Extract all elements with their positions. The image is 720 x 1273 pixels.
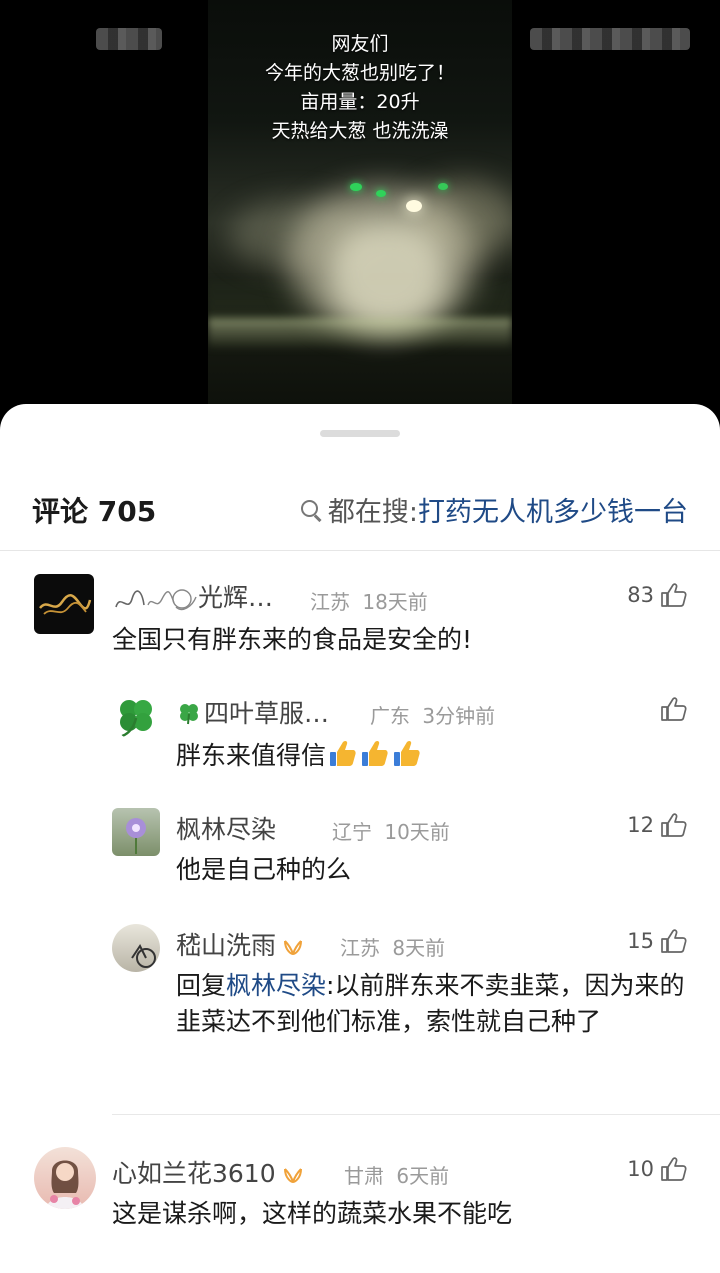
comment-text: 这是谋杀啊，这样的蔬菜水果不能吃 [112, 1199, 513, 1228]
comment-meta: 甘肃 6天前 [344, 1160, 449, 1189]
vip-badge-icon [284, 940, 303, 956]
vip-badge-icon [283, 1168, 302, 1184]
blurred-watermark-left [96, 28, 162, 50]
comment-count-title: 评论 705 [32, 495, 157, 528]
comment-meta: 江苏 8天前 [340, 932, 445, 961]
thumbs-up-emoji-icon [330, 740, 356, 766]
comment-separator [112, 1114, 720, 1115]
panel-header: 评论 705 都在搜: 打药无人机多少钱一台 [0, 484, 720, 532]
author-name: 嵇山洗雨 [176, 931, 277, 960]
like-button[interactable]: 10 [627, 1156, 688, 1182]
comment-time: 3分钟前 [422, 704, 496, 728]
comment-meta: 辽宁 10天前 [332, 816, 450, 845]
comment-text: 胖东来值得信 [176, 738, 676, 774]
reply-prefix: 回复 [176, 971, 227, 1000]
comment-author[interactable]: 光辉… [112, 578, 273, 615]
author-name: 光辉… [198, 583, 274, 612]
comment-meta: 江苏 18天前 [310, 586, 428, 615]
comment-author[interactable]: 枫林尽染 [176, 810, 276, 846]
thumbs-up-emoji-icon [394, 740, 420, 766]
comment-author[interactable]: 四叶草服… [176, 694, 329, 730]
comment-time: 6天前 [396, 1164, 450, 1188]
blurred-watermark-right [530, 28, 690, 50]
clover-emoji-icon [180, 704, 198, 725]
drone-light [350, 183, 362, 191]
spray-mist [328, 220, 448, 330]
caption-line: 网友们 [331, 33, 389, 55]
caption-line: 今年的大葱也别吃了！ [264, 62, 455, 84]
decorative-name-icon [115, 589, 197, 611]
thumbs-up-icon [661, 1157, 687, 1181]
comment-panel: 评论 705 都在搜: 打药无人机多少钱一台 光辉… 江苏 18天前 83 全国… [0, 404, 720, 1273]
thumbs-up-icon [661, 813, 687, 837]
trending-search[interactable]: 都在搜: 打药无人机多少钱一台 [300, 490, 688, 529]
bicycle-avatar[interactable] [112, 924, 160, 972]
like-button[interactable]: 15 [627, 928, 688, 954]
comment-author[interactable]: 心如兰花3610 [112, 1154, 304, 1190]
drone-light [438, 183, 448, 190]
comment-region: 广东 [370, 704, 410, 728]
comment-meta: 广东 3分钟前 [370, 700, 495, 729]
comment-author[interactable]: 嵇山洗雨 [176, 926, 304, 962]
search-icon [300, 499, 322, 521]
video-area[interactable]: 网友们 今年的大葱也别吃了！ 亩用量：20升 天热给大葱 也洗洗澡 [0, 0, 720, 430]
search-label: 都在搜: [327, 497, 418, 528]
thumbs-up-icon [661, 583, 687, 607]
comment-region: 甘肃 [344, 1164, 384, 1188]
author-name: 四叶草服… [204, 699, 330, 728]
comment-region: 江苏 [340, 936, 380, 960]
like-button[interactable] [654, 696, 688, 722]
clover-icon[interactable] [112, 692, 160, 740]
comment-text-body: 胖东来值得信 [176, 741, 327, 770]
like-count: 83 [627, 583, 654, 607]
like-button[interactable]: 12 [627, 812, 688, 838]
like-count: 15 [627, 929, 654, 953]
comment-time: 10天前 [384, 820, 450, 844]
calligraphy-avatar[interactable] [34, 574, 94, 634]
header-divider [0, 550, 720, 551]
drag-handle[interactable] [320, 430, 400, 437]
lit-field [208, 318, 512, 348]
comment-region: 辽宁 [332, 820, 372, 844]
comment-time: 18天前 [362, 590, 428, 614]
drone-light [376, 190, 386, 197]
drone-spotlight [406, 200, 422, 212]
comment-time: 8天前 [392, 936, 446, 960]
portrait-avatar[interactable] [34, 1147, 96, 1209]
video-caption: 网友们 今年的大葱也别吃了！ 亩用量：20升 天热给大葱 也洗洗澡 [208, 30, 512, 146]
like-button[interactable]: 83 [627, 582, 688, 608]
caption-line: 天热给大葱 也洗洗澡 [271, 120, 449, 142]
like-count: 10 [627, 1157, 654, 1181]
reply-target-link[interactable]: 枫林尽染 [226, 971, 326, 1000]
search-term-link[interactable]: 打药无人机多少钱一台 [418, 490, 688, 529]
flower-avatar[interactable] [112, 808, 160, 856]
thumbs-up-icon [661, 697, 687, 721]
comment-region: 江苏 [310, 590, 350, 614]
caption-line: 亩用量：20升 [300, 91, 420, 113]
like-count: 12 [627, 813, 654, 837]
author-name: 心如兰花3610 [112, 1159, 276, 1188]
comment-text: 回复枫林尽染:以前胖东来不卖韭菜，因为来的韭菜达不到他们标准，索性就自己种了 [176, 968, 690, 1040]
comment-text: 他是自己种的么 [176, 855, 352, 884]
comment-text: 全国只有胖东来的食品是安全的! [112, 625, 473, 654]
thumbs-up-icon [661, 929, 687, 953]
thumbs-up-emoji-icon [362, 740, 388, 766]
